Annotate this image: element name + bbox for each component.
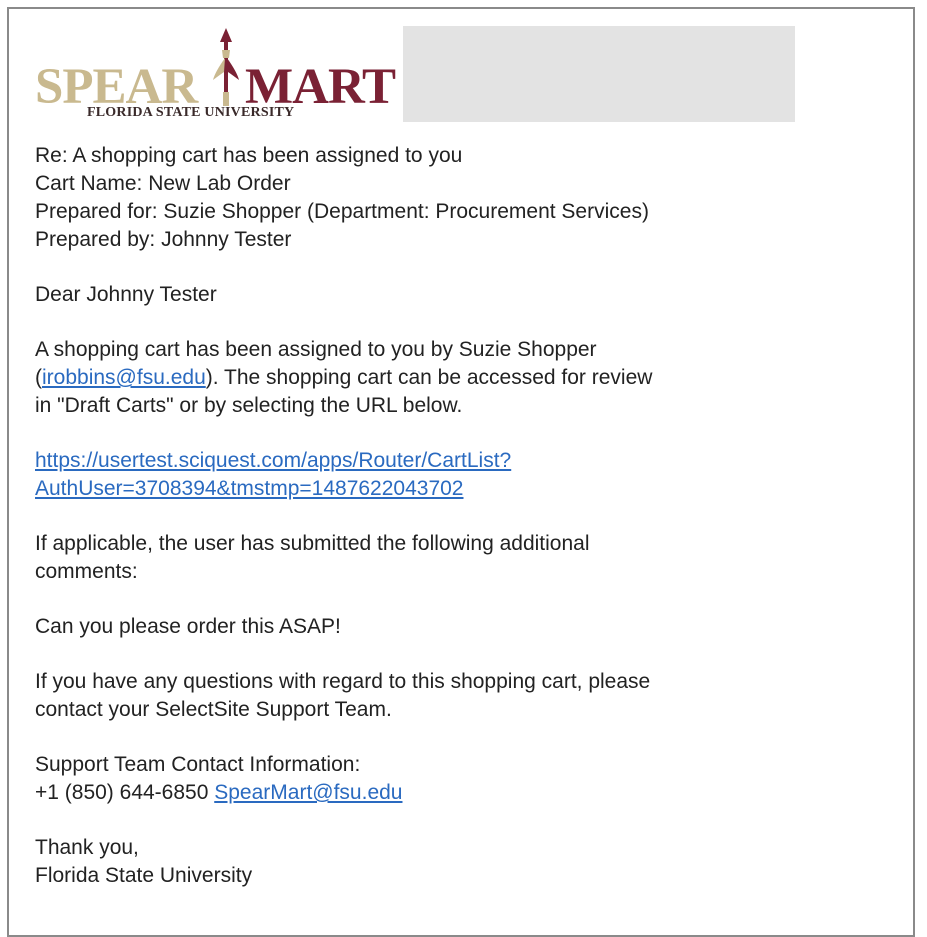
support-email-link[interactable]: SpearMart@fsu.edu <box>214 781 402 804</box>
assigned-message-line3: in "Draft Carts" or by selecting the URL… <box>35 394 463 417</box>
questions-line1: If you have any questions with regard to… <box>35 670 651 693</box>
assigned-message-line2: (irobbins@fsu.edu). The shopping cart ca… <box>35 364 835 392</box>
support-contact: +1 (850) 644-6850 SpearMart@fsu.edu <box>35 779 835 807</box>
closing: Thank you, <box>35 836 139 859</box>
questions-line2: contact your SelectSite Support Team. <box>35 698 392 721</box>
support-phone: +1 (850) 644-6850 <box>35 781 209 804</box>
cart-url-link-part2[interactable]: AuthUser=3708394&tmstmp=1487622043702 <box>35 477 464 500</box>
cart-url-line1: https://usertest.sciquest.com/apps/Route… <box>35 447 835 475</box>
paren-open: ( <box>35 366 42 389</box>
comments-intro-line1: If applicable, the user has submitted th… <box>35 532 590 555</box>
prepared-for: Prepared for: Suzie Shopper (Department:… <box>35 200 649 223</box>
support-title: Support Team Contact Information: <box>35 753 361 776</box>
cart-url-line2: AuthUser=3708394&tmstmp=1487622043702 <box>35 475 835 503</box>
signature: Florida State University <box>35 864 253 887</box>
requester-email-link[interactable]: irobbins@fsu.edu <box>42 366 206 389</box>
logo-university-text: FLORIDA STATE UNIVERSITY <box>87 105 295 120</box>
assigned-message-tail: ). The shopping cart can be accessed for… <box>205 366 653 389</box>
email-body: Re: A shopping cart has been assigned to… <box>35 142 835 890</box>
prepared-by: Prepared by: Johnny Tester <box>35 228 292 251</box>
greeting: Dear Johnny Tester <box>35 283 217 306</box>
cart-name: Cart Name: New Lab Order <box>35 172 291 195</box>
email-subject: Re: A shopping cart has been assigned to… <box>35 144 463 167</box>
comments-intro-line2: comments: <box>35 560 138 583</box>
user-comment: Can you please order this ASAP! <box>35 615 341 638</box>
spear-icon <box>213 28 239 106</box>
spearmart-logo: SPEAR MART FLORIDA STATE UNIVERSITY <box>33 26 403 122</box>
assigned-message-line1: A shopping cart has been assigned to you… <box>35 338 597 361</box>
cart-url-link-part1[interactable]: https://usertest.sciquest.com/apps/Route… <box>35 449 511 472</box>
email-banner: SPEAR MART FLORIDA STATE UNIVERSITY <box>33 26 795 122</box>
